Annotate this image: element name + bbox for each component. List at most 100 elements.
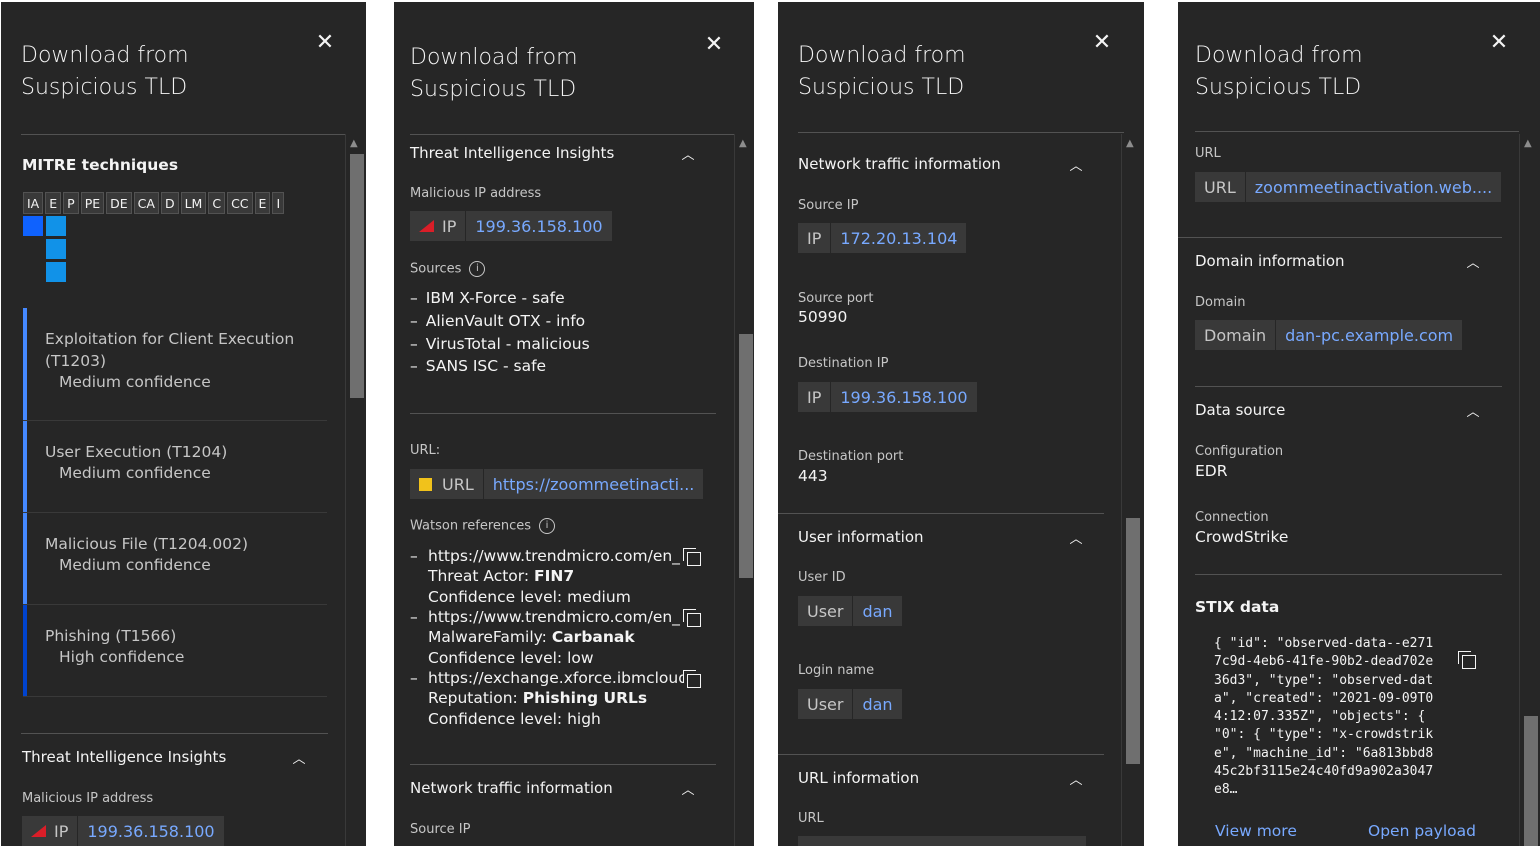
ip-value-link[interactable]: 199.36.158.100 bbox=[77, 816, 223, 846]
user-tag[interactable]: User dan bbox=[798, 596, 902, 626]
network-section-title[interactable]: Network traffic information bbox=[410, 779, 613, 797]
ip-tag[interactable]: IP 199.36.158.100 bbox=[798, 382, 977, 412]
destination-ip-label: Destination IP bbox=[798, 356, 889, 371]
close-icon[interactable]: ✕ bbox=[703, 34, 725, 56]
divider bbox=[1195, 386, 1502, 387]
user-tag[interactable]: User dan bbox=[798, 689, 902, 719]
scrollbar[interactable]: ▲ bbox=[734, 134, 754, 846]
scrollbar[interactable]: ▲ bbox=[1121, 134, 1142, 846]
source-port-value: 50990 bbox=[798, 308, 848, 326]
info-icon[interactable]: i bbox=[539, 518, 556, 534]
tactic-cell[interactable]: CA bbox=[133, 192, 159, 214]
chevron-up-icon[interactable]: ︿ bbox=[680, 779, 696, 798]
data-source-section-title[interactable]: Data source bbox=[1195, 401, 1285, 419]
copy-icon[interactable] bbox=[683, 670, 701, 688]
ip-key: IP bbox=[807, 387, 822, 407]
technique-item[interactable]: User Execution (T1204) Medium confidence bbox=[23, 421, 327, 513]
scrollbar-thumb[interactable] bbox=[1524, 716, 1538, 846]
scroll-up-icon[interactable]: ▲ bbox=[350, 138, 358, 149]
divider bbox=[410, 413, 716, 414]
tii-section-title[interactable]: Threat Intelligence Insights bbox=[22, 748, 226, 766]
url-section-title[interactable]: URL information bbox=[798, 769, 919, 787]
close-icon[interactable]: ✕ bbox=[1091, 32, 1113, 54]
ip-value-link[interactable]: 199.36.158.100 bbox=[465, 211, 611, 241]
tactic-cell[interactable]: DE bbox=[106, 192, 132, 214]
tactic-cell[interactable]: P bbox=[63, 192, 79, 214]
mitre-matrix-cell[interactable] bbox=[46, 239, 66, 259]
destination-port-value: 443 bbox=[798, 467, 828, 485]
tactic-cell[interactable]: E bbox=[254, 192, 271, 214]
chevron-up-icon[interactable]: ︿ bbox=[1068, 769, 1084, 788]
tactic-cell[interactable]: LM bbox=[180, 192, 207, 214]
copy-icon[interactable] bbox=[683, 548, 701, 566]
reference-url[interactable]: https://www.trendmicro.com/en_ bbox=[428, 546, 683, 566]
tactic-cell[interactable]: IA bbox=[23, 192, 44, 214]
copy-icon[interactable] bbox=[683, 609, 701, 627]
tactic-cell[interactable]: E bbox=[45, 192, 62, 214]
chevron-up-icon[interactable]: ︿ bbox=[1068, 528, 1084, 547]
ip-tag[interactable]: IP 199.36.158.100 bbox=[410, 211, 612, 241]
mitre-matrix-cell[interactable] bbox=[46, 262, 66, 282]
technique-confidence: Medium confidence bbox=[59, 373, 211, 391]
user-key: User bbox=[807, 601, 844, 621]
reference-url[interactable]: https://www.trendmicro.com/en_ bbox=[428, 607, 683, 627]
connection-label: Connection bbox=[1195, 510, 1269, 525]
tactic-cell[interactable]: C bbox=[208, 192, 226, 214]
chevron-up-icon[interactable]: ︿ bbox=[1465, 401, 1481, 420]
copy-icon[interactable] bbox=[1458, 651, 1476, 669]
ip-value-link[interactable]: 199.36.158.100 bbox=[830, 382, 976, 412]
divider bbox=[410, 134, 735, 135]
ip-tag[interactable]: IP 172.20.13.104 bbox=[798, 223, 967, 253]
ip-value-link[interactable]: 172.20.13.104 bbox=[830, 223, 966, 253]
reference-url[interactable]: https://exchange.xforce.ibmcloud bbox=[428, 668, 683, 688]
scrollbar[interactable]: ▲ bbox=[345, 134, 366, 846]
network-section-title[interactable]: Network traffic information bbox=[798, 155, 1001, 173]
domain-tag[interactable]: Domain dan-pc.example.com bbox=[1195, 320, 1463, 350]
confidence-bar bbox=[23, 308, 27, 420]
domain-value-link[interactable]: dan-pc.example.com bbox=[1275, 320, 1462, 350]
close-icon[interactable]: ✕ bbox=[1488, 32, 1510, 54]
mitre-matrix-cell[interactable] bbox=[46, 216, 66, 236]
tactic-cell[interactable]: CC bbox=[227, 192, 253, 214]
tactic-cell[interactable]: D bbox=[160, 192, 179, 214]
domain-section-title[interactable]: Domain information bbox=[1195, 252, 1345, 270]
url-value-link[interactable]: zoommeetinactivation.web.... bbox=[1244, 172, 1501, 202]
technique-item[interactable]: Phishing (T1566) High confidence bbox=[23, 605, 327, 697]
tii-section-title[interactable]: Threat Intelligence Insights bbox=[410, 144, 614, 162]
scrollbar[interactable]: ▲ bbox=[1519, 134, 1540, 846]
chevron-up-icon[interactable]: ︿ bbox=[1068, 155, 1084, 174]
url-tag[interactable]: URL https://zoommeetinacti... bbox=[410, 469, 704, 499]
ip-key: IP bbox=[54, 821, 69, 841]
info-icon[interactable]: i bbox=[469, 261, 486, 277]
user-section-title[interactable]: User information bbox=[798, 528, 924, 546]
scrollbar-thumb[interactable] bbox=[350, 154, 364, 398]
panel-title: Download from Suspicious TLD bbox=[21, 43, 189, 100]
technique-item[interactable]: Malicious File (T1204.002) Medium confid… bbox=[23, 513, 327, 605]
chevron-up-icon[interactable]: ︿ bbox=[291, 748, 307, 767]
user-value-link[interactable]: dan bbox=[852, 596, 901, 626]
panel-title: Download from Suspicious TLD bbox=[798, 43, 966, 100]
tactic-cell[interactable]: PE bbox=[80, 192, 105, 214]
scroll-up-icon[interactable]: ▲ bbox=[1126, 138, 1134, 149]
scrollbar-thumb[interactable] bbox=[1126, 518, 1140, 764]
technique-item[interactable]: Exploitation for Client Execution (T1203… bbox=[23, 308, 327, 421]
chevron-up-icon[interactable]: ︿ bbox=[680, 144, 696, 163]
url-value-link[interactable]: https://zoommeetinacti... bbox=[482, 469, 704, 499]
user-value-link[interactable]: dan bbox=[852, 689, 901, 719]
tactic-cell[interactable]: I bbox=[272, 192, 285, 214]
panel-title: Download from Suspicious TLD bbox=[410, 45, 578, 102]
scrollbar-thumb[interactable] bbox=[739, 334, 753, 578]
open-payload-link[interactable]: Open payload bbox=[1368, 822, 1476, 840]
scroll-up-icon[interactable]: ▲ bbox=[1524, 138, 1532, 149]
url-tag[interactable]: URL zoommeetinactivation.web.... bbox=[1195, 172, 1502, 202]
close-icon[interactable]: ✕ bbox=[314, 32, 336, 54]
mitre-matrix-cell[interactable] bbox=[23, 216, 43, 236]
scroll-up-icon[interactable]: ▲ bbox=[739, 138, 747, 149]
technique-name: Exploitation for Client Execution (T1203… bbox=[45, 330, 295, 370]
source-item: – SANS ISC - safe bbox=[410, 357, 547, 375]
view-more-link[interactable]: View more bbox=[1215, 822, 1297, 840]
divider bbox=[1178, 237, 1502, 238]
chevron-up-icon[interactable]: ︿ bbox=[1465, 252, 1481, 271]
url-tag[interactable] bbox=[798, 836, 1086, 846]
ip-tag[interactable]: IP 199.36.158.100 bbox=[22, 816, 224, 846]
